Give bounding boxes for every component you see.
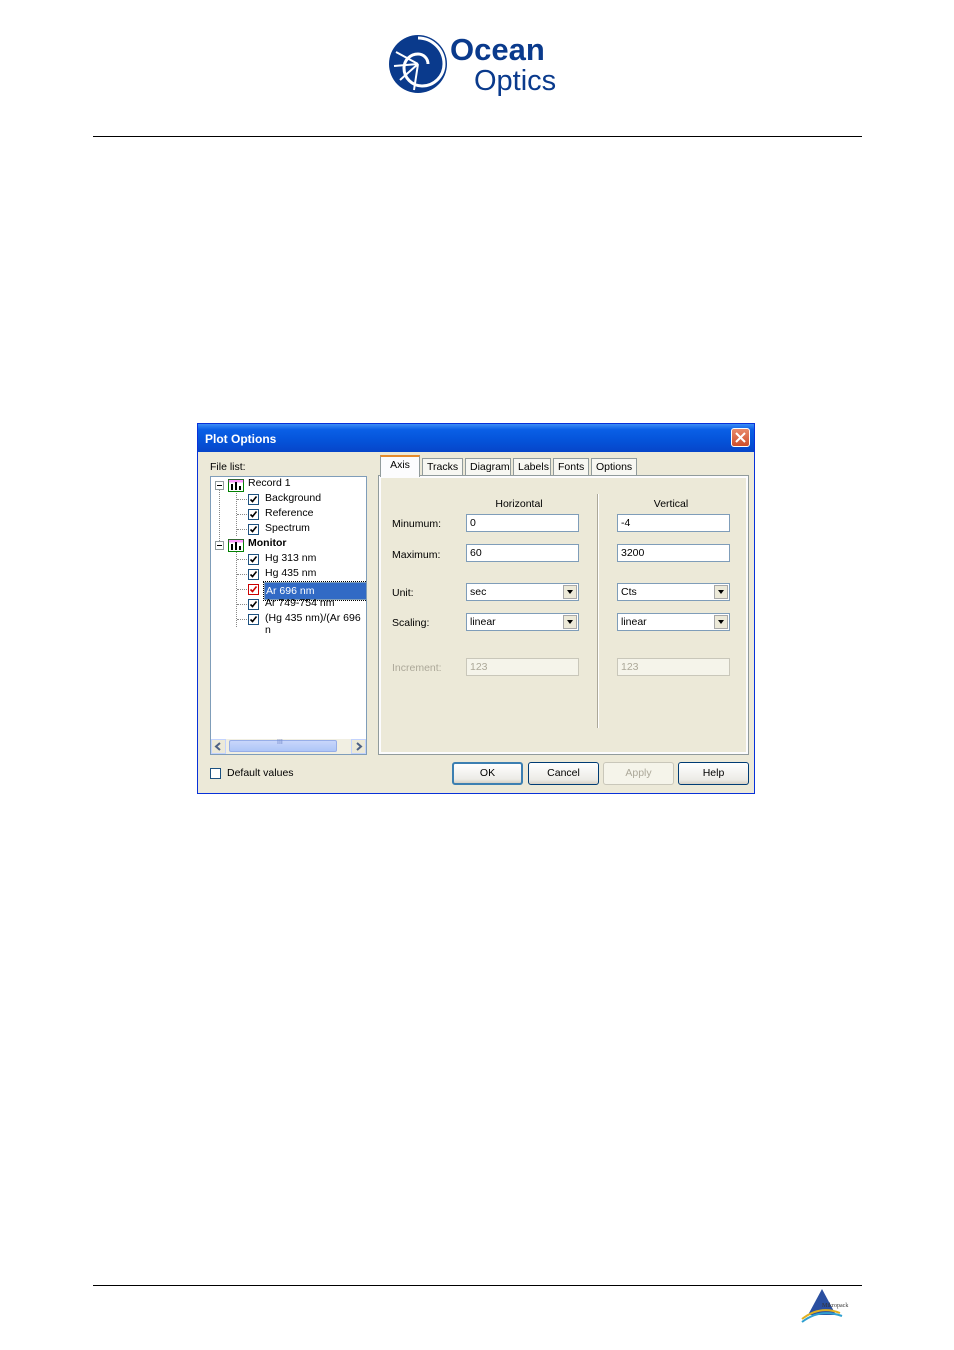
- chevron-right-icon: [356, 742, 363, 751]
- header-rule: [93, 136, 862, 137]
- h-scaling-value: linear: [470, 616, 496, 628]
- tab-diagram[interactable]: Diagram: [465, 458, 511, 475]
- close-button[interactable]: [731, 428, 750, 447]
- tree-node-background[interactable]: Background: [265, 492, 321, 504]
- v-scaling-value: linear: [621, 616, 647, 628]
- v-minimum-input[interactable]: -4: [617, 514, 730, 532]
- chart-icon: [228, 539, 244, 552]
- v-increment-input: 123: [617, 658, 730, 676]
- file-list-label: File list:: [210, 461, 246, 473]
- checkbox-background[interactable]: [248, 494, 259, 505]
- title-bar[interactable]: Plot Options: [198, 424, 754, 452]
- scroll-grip: III: [277, 739, 283, 746]
- tab-axis[interactable]: Axis: [380, 455, 420, 477]
- horizontal-scrollbar[interactable]: III: [211, 739, 366, 754]
- tree-node-hg313[interactable]: Hg 313 nm: [265, 552, 316, 564]
- checkbox-ratio[interactable]: [248, 614, 259, 625]
- ocean-optics-logo: Ocean Optics: [388, 28, 568, 100]
- h-unit-value: sec: [470, 586, 487, 598]
- tree-node-record[interactable]: Record 1: [248, 477, 291, 489]
- axis-tab-panel: Horizontal Vertical Minumum: 0 -4 Maximu…: [378, 475, 749, 755]
- v-scaling-select[interactable]: linear: [617, 613, 730, 631]
- h-unit-select[interactable]: sec: [466, 583, 579, 601]
- tab-options[interactable]: Options: [591, 458, 637, 475]
- checkbox-reference[interactable]: [248, 509, 259, 520]
- checkbox-ar696[interactable]: [248, 584, 259, 595]
- vertical-header: Vertical: [653, 498, 689, 510]
- horizontal-header: Horizontal: [495, 498, 543, 510]
- dropdown-arrow-icon[interactable]: [714, 615, 728, 629]
- v-unit-value: Cts: [621, 586, 637, 598]
- file-tree[interactable]: Record 1 Background Reference Spectrum M…: [210, 476, 367, 755]
- increment-label: Increment:: [392, 662, 442, 674]
- v-maximum-input[interactable]: 3200: [617, 544, 730, 562]
- h-minimum-input[interactable]: 0: [466, 514, 579, 532]
- scroll-left-button[interactable]: [211, 739, 226, 754]
- tree-line: [237, 499, 247, 500]
- footer-logo-text: Mikropack: [822, 1303, 848, 1309]
- apply-button: Apply: [603, 762, 674, 785]
- nautilus-icon: [389, 35, 447, 93]
- tree-node-ratio[interactable]: (Hg 435 nm)/(Ar 696 n: [265, 612, 366, 636]
- dropdown-arrow-icon[interactable]: [563, 615, 577, 629]
- tab-fonts[interactable]: Fonts: [553, 458, 589, 475]
- cancel-button[interactable]: Cancel: [528, 762, 599, 785]
- default-values-label: Default values: [227, 767, 294, 779]
- dropdown-arrow-icon[interactable]: [563, 585, 577, 599]
- default-values-checkbox[interactable]: [210, 768, 221, 779]
- ok-button[interactable]: OK: [452, 762, 523, 785]
- help-button[interactable]: Help: [678, 762, 749, 785]
- tree-node-monitor[interactable]: Monitor: [248, 537, 287, 549]
- footer-rule: [93, 1285, 862, 1286]
- tree-node-spectrum[interactable]: Spectrum: [265, 522, 310, 534]
- maximum-label: Maximum:: [392, 549, 441, 561]
- tab-tracks[interactable]: Tracks: [422, 458, 463, 475]
- logo-text-optics: Optics: [474, 65, 556, 97]
- dropdown-arrow-icon[interactable]: [714, 585, 728, 599]
- mikropack-logo: Mikropack: [800, 1287, 858, 1325]
- h-increment-input: 123: [466, 658, 579, 676]
- close-icon: [735, 432, 746, 443]
- checkbox-hg435[interactable]: [248, 569, 259, 580]
- checkbox-hg313[interactable]: [248, 554, 259, 565]
- scroll-thumb[interactable]: III: [229, 739, 337, 752]
- scaling-label: Scaling:: [392, 617, 430, 629]
- v-unit-select[interactable]: Cts: [617, 583, 730, 601]
- collapse-toggle[interactable]: [215, 481, 224, 490]
- checkbox-spectrum[interactable]: [248, 524, 259, 535]
- tree-line: [237, 514, 247, 515]
- column-separator: [597, 494, 599, 728]
- h-scaling-select[interactable]: linear: [466, 613, 579, 631]
- minimum-label: Minumum:: [392, 518, 442, 530]
- plot-options-dialog: Plot Options File list: Record 1 Backgro…: [197, 423, 755, 794]
- tree-line: [237, 619, 247, 620]
- tree-line: [237, 574, 247, 575]
- scroll-right-button[interactable]: [351, 739, 366, 754]
- checkbox-ar749[interactable]: [248, 599, 259, 610]
- tree-line: [237, 529, 247, 530]
- logo-text-ocean: Ocean: [450, 32, 545, 67]
- tree-line: [237, 589, 247, 590]
- tree-node-ar749[interactable]: Ar 749-754 nm: [265, 597, 334, 609]
- tab-labels[interactable]: Labels: [513, 458, 551, 475]
- chart-icon: [228, 479, 244, 492]
- h-maximum-input[interactable]: 60: [466, 544, 579, 562]
- collapse-toggle[interactable]: [215, 541, 224, 550]
- chevron-left-icon: [214, 742, 221, 751]
- dialog-title: Plot Options: [205, 432, 277, 446]
- tree-line: [237, 559, 247, 560]
- tree-line: [219, 489, 220, 549]
- tree-node-reference[interactable]: Reference: [265, 507, 313, 519]
- tree-line: [237, 604, 247, 605]
- unit-label: Unit:: [392, 587, 414, 599]
- tree-node-hg435[interactable]: Hg 435 nm: [265, 567, 316, 579]
